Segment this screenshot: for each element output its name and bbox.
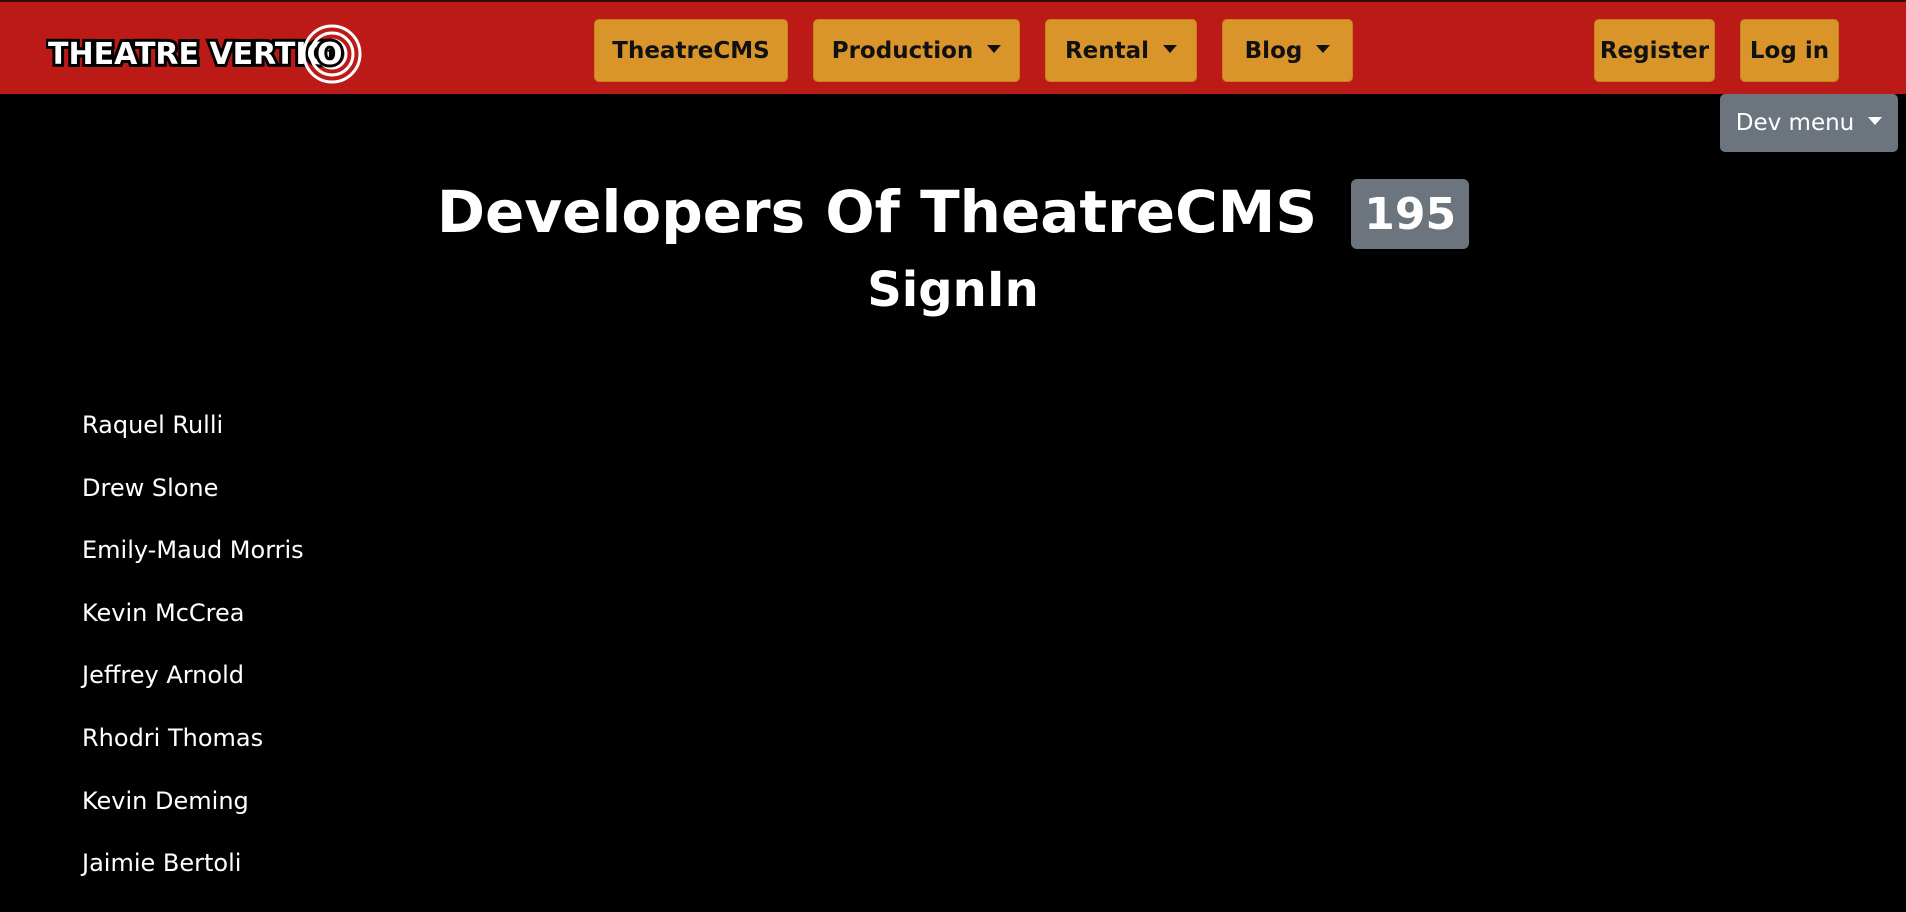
svg-text:THEATRE VERTIG: THEATRE VERTIG <box>48 37 331 72</box>
developer-list-item: Jaimie Bertoli <box>82 849 242 878</box>
nav-rental-label: Rental <box>1064 37 1150 64</box>
developer-list-item: Kevin Deming <box>82 786 249 815</box>
svg-text:O: O <box>317 37 343 72</box>
nav-theatrecms-label: TheatreCMS <box>612 37 770 64</box>
nav-production-dropdown[interactable]: Production <box>813 19 1020 82</box>
dev-menu-label: Dev menu <box>1735 110 1855 136</box>
developer-list-item: Rhodri Thomas <box>82 723 264 752</box>
chevron-down-icon <box>1316 44 1331 53</box>
chevron-down-icon <box>1868 117 1883 125</box>
chevron-down-icon <box>1163 44 1178 53</box>
register-button[interactable]: Register <box>1594 19 1715 82</box>
developer-list-item: Raquel Rulli <box>82 411 224 439</box>
developer-list-item: Jeffrey Arnold <box>82 661 244 690</box>
login-button[interactable]: Log in <box>1740 19 1839 82</box>
theatre-vertigo-logo[interactable]: THEATRE VERTIG O <box>46 16 368 84</box>
page-subtitle: SignIn <box>867 262 1039 318</box>
dev-menu-dropdown[interactable]: Dev menu <box>1720 94 1898 152</box>
title-row: Developers Of TheatreCMS 195 <box>0 172 1906 252</box>
developer-count-badge: 195 <box>1351 179 1470 249</box>
login-label: Log in <box>1749 37 1830 64</box>
nav-blog-dropdown[interactable]: Blog <box>1222 19 1353 82</box>
top-navbar: THEATRE VERTIG O TheatreCMS Production R… <box>0 0 1906 94</box>
nav-rental-dropdown[interactable]: Rental <box>1045 19 1197 82</box>
developer-list-item: Kevin McCrea <box>82 598 245 627</box>
nav-production-label: Production <box>831 37 974 64</box>
nav-theatrecms-button[interactable]: TheatreCMS <box>594 19 788 82</box>
developer-list-item: Emily-Maud Morris <box>82 536 304 565</box>
register-label: Register <box>1599 37 1710 64</box>
developer-list: Raquel Rulli Drew Slone Emily-Maud Morri… <box>82 411 304 912</box>
chevron-down-icon <box>987 44 1002 53</box>
page-title: Developers Of TheatreCMS <box>436 178 1318 246</box>
nav-blog-label: Blog <box>1244 37 1303 64</box>
developer-list-item: Drew Slone <box>82 473 219 502</box>
